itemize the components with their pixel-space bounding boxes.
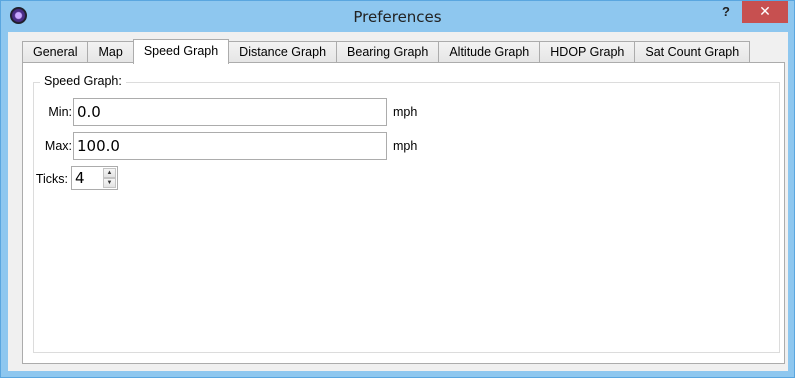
min-unit: mph bbox=[393, 105, 418, 119]
preferences-window: Preferences ? ✕ General Map Speed Graph … bbox=[0, 0, 795, 378]
max-label: Max: bbox=[44, 139, 72, 153]
tab-map[interactable]: Map bbox=[87, 41, 134, 63]
dialog-client-area: General Map Speed Graph Distance Graph B… bbox=[8, 32, 788, 371]
help-button[interactable]: ? bbox=[711, 2, 741, 24]
ticks-label: Ticks: bbox=[35, 172, 68, 186]
close-button[interactable]: ✕ bbox=[742, 1, 788, 23]
min-label: Min: bbox=[48, 105, 72, 119]
max-unit: mph bbox=[393, 139, 418, 153]
tab-bearing-graph[interactable]: Bearing Graph bbox=[336, 41, 440, 63]
tab-speed-graph[interactable]: Speed Graph bbox=[132, 39, 230, 64]
max-input[interactable]: 100.0 bbox=[73, 132, 387, 160]
tab-altitude-graph[interactable]: Altitude Graph bbox=[438, 41, 541, 63]
speed-graph-panel: Speed Graph: Min: 0.0 mph Max: 100.0 mph… bbox=[22, 62, 785, 364]
speed-graph-groupbox: Speed Graph: Min: 0.0 mph Max: 100.0 mph… bbox=[33, 74, 780, 353]
ticks-value[interactable]: 4 bbox=[75, 169, 85, 187]
min-input[interactable]: 0.0 bbox=[73, 98, 387, 126]
ticks-spinbox[interactable]: 4 ▲ ▼ bbox=[71, 166, 118, 190]
tab-distance-graph[interactable]: Distance Graph bbox=[228, 41, 338, 63]
tab-general[interactable]: General bbox=[22, 41, 89, 63]
title-bar[interactable]: Preferences ? ✕ bbox=[1, 1, 794, 32]
spin-down-icon[interactable]: ▼ bbox=[103, 178, 116, 188]
window-title: Preferences bbox=[353, 8, 442, 26]
tab-hdop-graph[interactable]: HDOP Graph bbox=[539, 41, 636, 63]
tab-sat-count-graph[interactable]: Sat Count Graph bbox=[634, 41, 751, 63]
spin-up-icon[interactable]: ▲ bbox=[103, 168, 116, 178]
groupbox-title: Speed Graph: bbox=[40, 74, 126, 88]
tab-bar: General Map Speed Graph Distance Graph B… bbox=[22, 39, 751, 64]
